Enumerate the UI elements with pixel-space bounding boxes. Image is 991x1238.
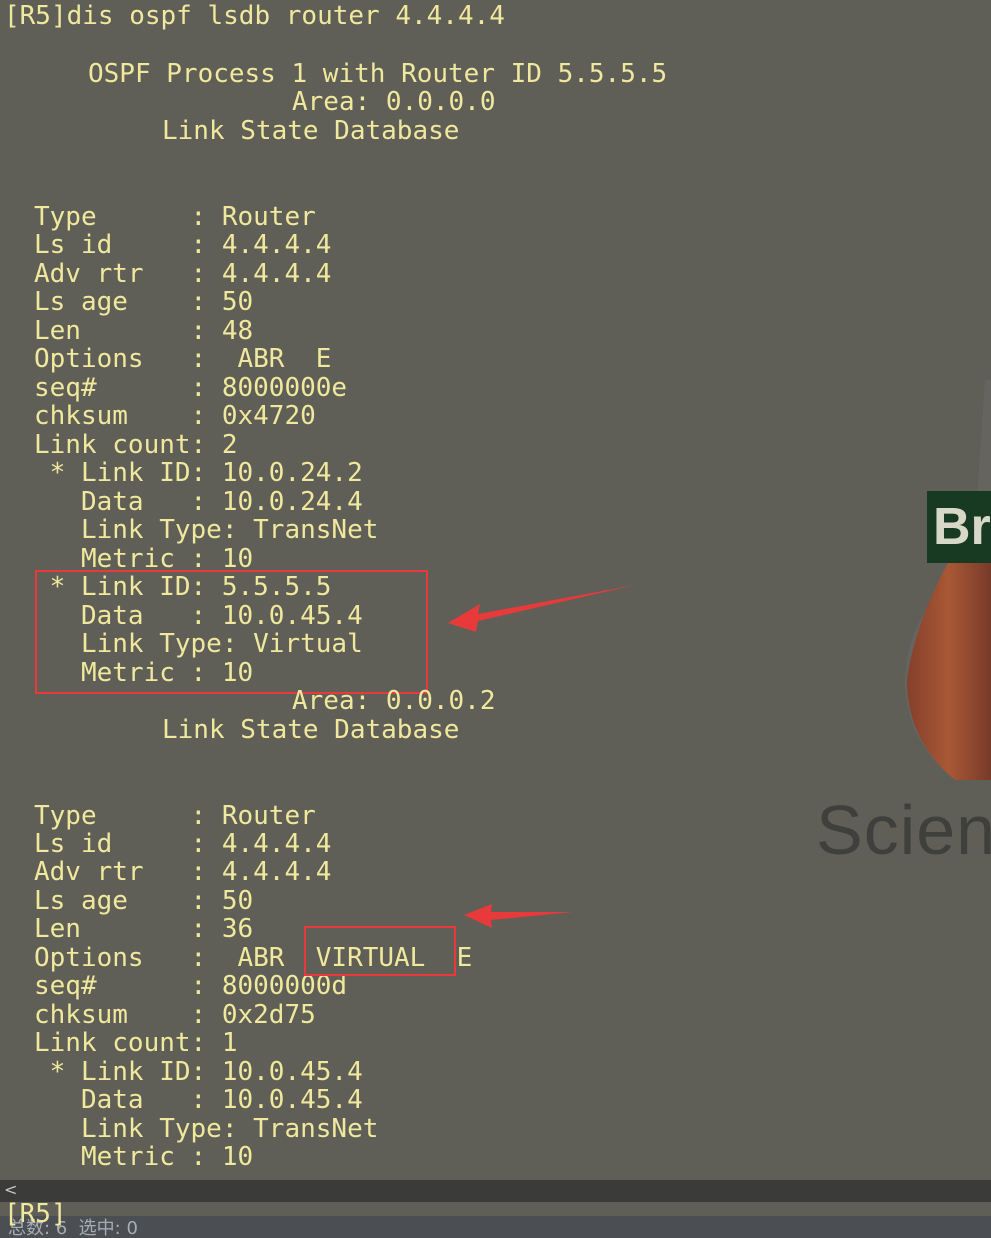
terminal-window[interactable]: Br Scien [R5]dis ospf lsdb router 4.4.4.… [0,0,991,1180]
area2-adv-rtr: Adv rtr : 4.4.4.4 [34,857,332,887]
area0-adv-rtr: Adv rtr : 4.4.4.4 [34,259,332,289]
area0-ls-id: Ls id : 4.4.4.4 [34,230,332,260]
area2-ls-id: Ls id : 4.4.4.4 [34,829,332,859]
area0-type: Type : Router [34,202,316,232]
area2-link-count: Link count: 1 [34,1028,238,1058]
command-line: [R5]dis ospf lsdb router 4.4.4.4 [4,1,505,31]
area0-seq: seq# : 8000000e [34,373,348,403]
area2-line: Area: 0.0.0.2 [292,686,496,716]
area2-lsdb-title: Link State Database [162,715,460,745]
flask-image [905,380,991,780]
area0-chksum: chksum : 0x4720 [34,401,316,431]
area2-link1-data: Data : 10.0.45.4 [34,1085,363,1115]
area2-link1-id: * Link ID: 10.0.45.4 [34,1057,363,1087]
bottom-prompt[interactable]: [R5] [4,1200,67,1228]
area0-link1-data: Data : 10.0.24.4 [34,487,363,517]
area0-link1-metric: Metric : 10 [34,544,254,574]
area0-len: Len : 48 [34,316,254,346]
red-arrow-icon [464,904,573,928]
wallpaper-science-text: Scien [816,791,991,869]
area0-link-count: Link count: 2 [34,430,238,460]
area0-lsdb-title: Link State Database [162,116,460,146]
area2-type: Type : Router [34,801,316,831]
area0-link1-type: Link Type: TransNet [34,515,379,545]
scroll-left-arrow-icon[interactable]: < [4,1180,17,1200]
area0-link1-id: * Link ID: 10.0.24.2 [34,458,363,488]
brand-logo: Br [927,491,991,563]
area0-ls-age: Ls age : 50 [34,287,254,317]
horizontal-scrollbar[interactable] [0,1180,991,1202]
area2-link1-metric: Metric : 10 [34,1142,254,1172]
status-bar: 总数: 6 选中: 0 [0,1216,991,1238]
area2-len: Len : 36 [34,914,254,944]
area2-chksum: chksum : 0x2d75 [34,1000,316,1030]
process-header: OSPF Process 1 with Router ID 5.5.5.5 [88,59,668,89]
area2-ls-age: Ls age : 50 [34,886,254,916]
red-arrow-icon [448,585,635,632]
area2-seq: seq# : 8000000d [34,971,348,1001]
area0-line: Area: 0.0.0.0 [292,87,496,117]
area0-options: Options : ABR E [34,344,332,374]
area2-link1-type: Link Type: TransNet [34,1114,379,1144]
virtual-link-highlight-box [35,570,428,694]
virtual-option-highlight-box [304,926,456,976]
